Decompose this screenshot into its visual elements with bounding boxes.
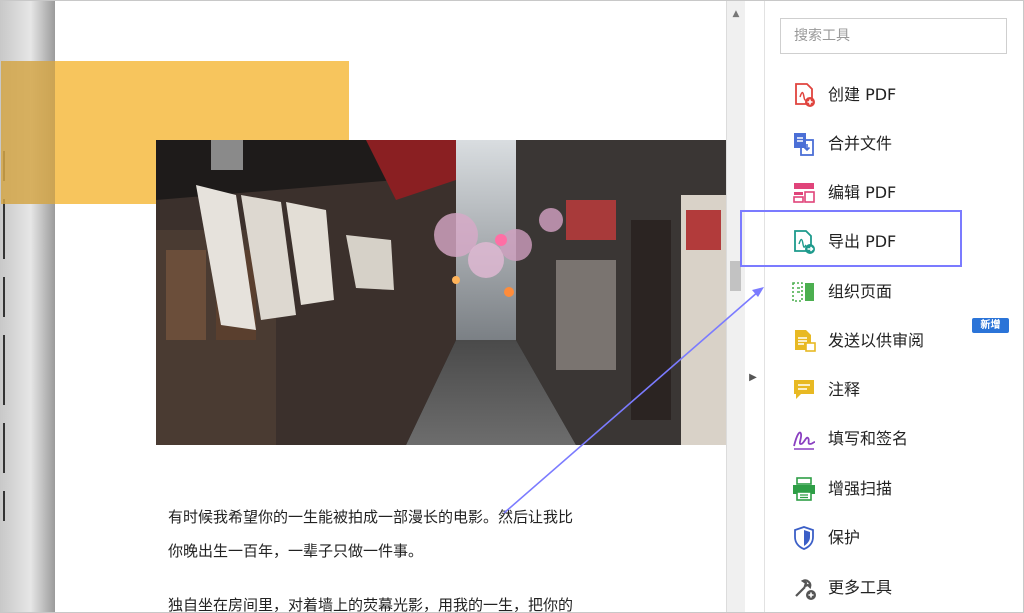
- doc-paragraph-line-1: 有时候我希望你的一生能被拍成一部漫长的电影。然后让我比: [168, 508, 574, 526]
- doc-paragraph-line-3: 独自坐在房间里，对着墙上的荧幕光影，用我的一生，把你的: [168, 596, 574, 613]
- app-window: 有时候我希望你的一生能被拍成一部漫长的电影。然后让我比 你晚出生一百年，一辈子只…: [0, 0, 1024, 613]
- export-pdf-highlight-box: [740, 210, 962, 267]
- fill-sign-icon: [793, 431, 816, 450]
- tool-item-combine-files[interactable]: 合并文件: [765, 123, 1023, 165]
- alley-photo: [156, 140, 726, 445]
- tool-item-protect[interactable]: 保护: [765, 517, 1023, 559]
- tools-panel: 创建 PDF 合并文件 编辑 PDF: [764, 1, 1023, 612]
- tool-label: 注释: [828, 380, 861, 399]
- decorative-block-shadow: [1, 61, 55, 204]
- tool-label: 发送以供审阅: [828, 331, 925, 350]
- tool-item-fill-and-sign[interactable]: 填写和签名: [765, 418, 1023, 460]
- doc-paragraph-line-2: 你晚出生一百年，一辈子只做一件事。: [168, 542, 424, 560]
- combine-files-icon: [794, 133, 814, 156]
- tool-item-comment[interactable]: 注释: [765, 369, 1023, 411]
- protect-icon: [794, 526, 814, 550]
- more-tools-icon: [795, 579, 816, 600]
- document-page: 有时候我希望你的一生能被拍成一部漫长的电影。然后让我比 你晚出生一百年，一辈子只…: [1, 1, 726, 613]
- scroll-up-arrow-icon[interactable]: ▲: [727, 7, 745, 21]
- tool-item-organize-pages[interactable]: 组织页面: [765, 271, 1023, 313]
- tool-label: 组织页面: [828, 282, 893, 301]
- tool-label: 保护: [828, 528, 861, 547]
- tool-search-box[interactable]: [780, 18, 1007, 54]
- tool-label: 填写和签名: [828, 429, 909, 448]
- create-pdf-icon: [795, 83, 815, 107]
- tool-label: 编辑 PDF: [828, 183, 897, 202]
- tool-search-input[interactable]: [781, 19, 1006, 53]
- organize-pages-icon: [792, 282, 814, 302]
- enhance-scan-icon: [793, 477, 815, 501]
- edit-pdf-icon: [793, 183, 815, 203]
- document-viewer[interactable]: 有时候我希望你的一生能被拍成一部漫长的电影。然后让我比 你晚出生一百年，一辈子只…: [1, 1, 726, 612]
- tool-label: 更多工具: [828, 578, 893, 597]
- tool-item-enhance-scan[interactable]: 增强扫描: [765, 468, 1023, 510]
- vertical-scrollbar[interactable]: ▲: [726, 1, 745, 612]
- tool-item-edit-pdf[interactable]: 编辑 PDF: [765, 172, 1023, 214]
- tool-label: 增强扫描: [828, 479, 893, 498]
- tool-item-create-pdf[interactable]: 创建 PDF: [765, 74, 1023, 116]
- send-review-icon: [795, 330, 816, 352]
- tool-label: 创建 PDF: [828, 85, 897, 104]
- tool-label: 合并文件: [828, 134, 893, 153]
- tool-item-more-tools[interactable]: 更多工具: [765, 567, 1023, 609]
- new-badge: 新增: [972, 318, 1009, 333]
- collapse-panel-arrow-icon[interactable]: ▶: [746, 369, 760, 387]
- comment-icon: [794, 380, 814, 399]
